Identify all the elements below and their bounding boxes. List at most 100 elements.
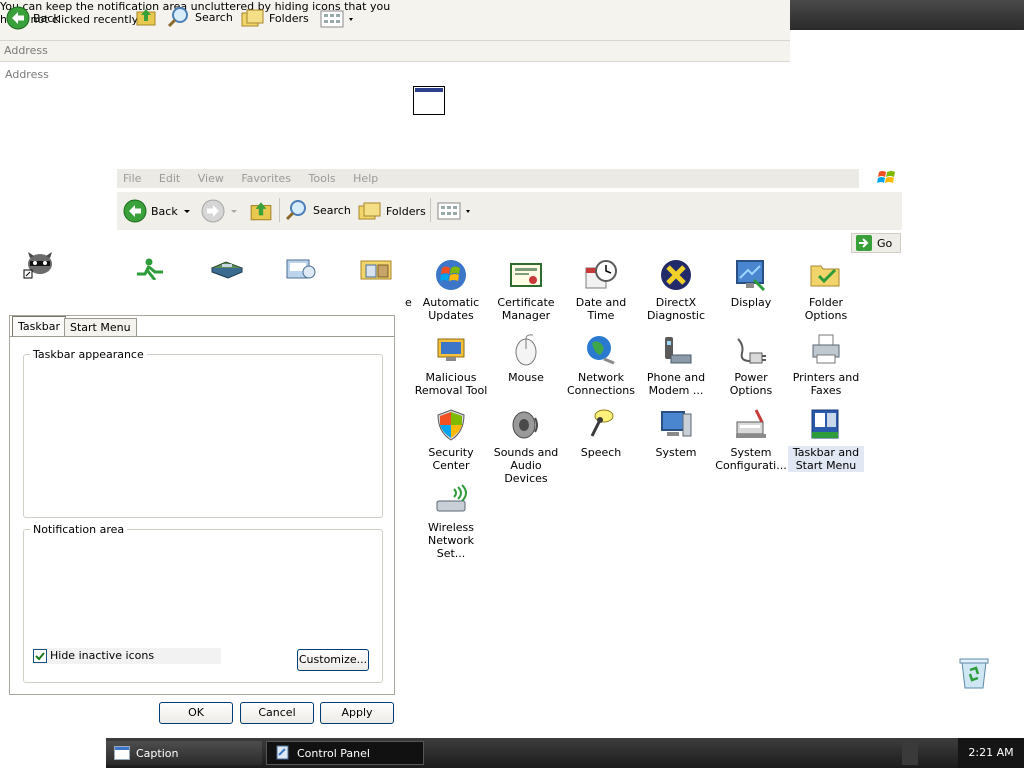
cp-item-printers-and-faxes[interactable]: Printers and Faxes (788, 333, 864, 397)
hide-inactive-checkbox[interactable] (33, 649, 47, 663)
toolbar-separator (279, 198, 280, 222)
cp-item-system-configuration[interactable]: System Configurati... (713, 408, 789, 472)
network-globe-icon (587, 336, 615, 365)
system-config-icon (736, 409, 766, 438)
cp-item-mouse[interactable]: Mouse (488, 333, 564, 384)
folders-button[interactable]: Folders (358, 201, 426, 221)
automatic-updates-icon (436, 260, 466, 290)
cp-item-label: System (655, 446, 697, 459)
cp-item-label: Display (730, 296, 772, 309)
ghost-folders-button[interactable]: Folders (241, 8, 309, 28)
cp-item-sounds-and-audio-devices[interactable]: Sounds and Audio Devices (488, 408, 564, 485)
notification-area-group: Notification area Hide inactive icons Cu… (23, 523, 383, 683)
notification-area-title: Notification area (30, 523, 128, 536)
forward-button[interactable] (201, 199, 239, 223)
ghost-views-button[interactable] (320, 10, 356, 31)
ghost-search-button[interactable]: Search (167, 6, 233, 28)
search-button[interactable]: Search (285, 199, 351, 221)
printer-icon (812, 334, 840, 364)
cp-item-taskbar-and-start-menu[interactable]: Taskbar and Start Menu (788, 408, 864, 472)
speaker-icon (512, 411, 538, 439)
taskbar-button-control-panel[interactable]: Control Panel (266, 741, 424, 765)
menu-edit[interactable]: Edit (159, 172, 180, 185)
menu-file[interactable]: File (123, 172, 141, 185)
folder-options-icon (810, 265, 840, 287)
menu-help[interactable]: Help (353, 172, 378, 185)
cp-item-power-options[interactable]: Power Options (713, 333, 789, 397)
recycle-bin-icon[interactable] (958, 656, 990, 693)
cp-item-directx-diagnostic[interactable]: DirectX Diagnostic (638, 258, 714, 322)
views-button[interactable] (437, 202, 473, 223)
system-computer-icon (661, 411, 692, 437)
cp-item-label: Phone and Modem ... (646, 371, 706, 397)
up-folder-button[interactable] (249, 199, 273, 226)
taskbar-button-caption[interactable]: Caption (106, 741, 262, 765)
ghost-back-button[interactable] (6, 6, 30, 33)
cp-item-label: Power Options (729, 371, 773, 397)
taskbar-grip[interactable] (902, 741, 918, 765)
cp-item-speech[interactable]: Speech (563, 408, 639, 459)
cp-item-security-center[interactable]: Security Center (413, 408, 489, 472)
go-button[interactable]: Go (851, 233, 901, 253)
cp-item-automatic-updates[interactable]: Automatic Updates (413, 258, 489, 322)
cp-item-malicious-removal-tool[interactable]: Malicious Removal Tool (413, 333, 489, 397)
power-plug-icon (737, 338, 766, 364)
microphone-icon (590, 409, 614, 437)
cp-item-label: Malicious Removal Tool (414, 371, 488, 397)
back-button[interactable]: Back (123, 199, 192, 223)
cp-item-phone-and-modem[interactable]: Phone and Modem ... (638, 333, 714, 397)
certificate-icon (510, 263, 542, 287)
menu-favorites[interactable]: Favorites (241, 172, 291, 185)
window-outline-icon (413, 86, 445, 118)
cp-item-label: Sounds and Audio Devices (493, 446, 559, 485)
apply-button[interactable]: Apply (320, 702, 394, 724)
go-arrow-icon (856, 235, 872, 251)
folders-label: Folders (386, 204, 426, 218)
taskbar-appearance-group: Taskbar appearance (23, 348, 383, 518)
ok-button[interactable]: OK (159, 702, 233, 724)
cancel-button[interactable]: Cancel (240, 702, 314, 724)
forward-arrow-icon (201, 199, 225, 223)
windows-logo-icon (877, 168, 897, 191)
cp-item-certificate-manager[interactable]: Certificate Manager (488, 258, 564, 322)
cp-item-label: Taskbar and Start Menu (788, 446, 864, 472)
raccoon-desktop-icon[interactable] (22, 250, 56, 283)
cp-item-display[interactable]: Display (713, 258, 789, 309)
wireless-icon (436, 484, 467, 512)
mouse-icon (515, 334, 537, 366)
search-label: Search (313, 203, 351, 217)
administrative-tools-icon[interactable] (360, 257, 394, 284)
back-arrow-icon (123, 199, 147, 223)
views-icon (437, 202, 470, 220)
chevron-down-icon (231, 210, 237, 213)
taskbar-properties-dialog: Taskbar Start Menu Taskbar appearance No… (9, 315, 395, 695)
tab-taskbar[interactable]: Taskbar (12, 316, 66, 337)
views-icon (320, 10, 353, 28)
menu-view[interactable]: View (198, 172, 224, 185)
cp-item-system[interactable]: System (638, 408, 714, 459)
customize-button[interactable]: Customize... (297, 649, 369, 671)
chevron-down-icon (183, 210, 190, 213)
ghost-address-label-2: Address (5, 68, 49, 81)
cp-item-wireless-network-setup[interactable]: Wireless Network Set... (413, 483, 489, 560)
tab-start-menu[interactable]: Start Menu (64, 318, 137, 337)
tab-divider (10, 336, 394, 337)
window-icon (114, 746, 130, 760)
ghost-up-folder-button[interactable] (135, 6, 157, 31)
task-control-panel-label: Control Panel (297, 746, 370, 760)
add-hardware-icon[interactable] (210, 258, 244, 283)
up-folder-icon (250, 202, 272, 221)
add-remove-programs-icon[interactable] (285, 256, 319, 283)
cp-item-folder-options[interactable]: Folder Options (788, 258, 864, 322)
cp-item-label: Printers and Faxes (792, 371, 860, 397)
cp-item-label: System Configurati... (715, 446, 787, 472)
cp-item-network-connections[interactable]: Network Connections (563, 333, 639, 397)
system-clock[interactable]: 2:21 AM (958, 738, 1024, 768)
ghost-search-label: Search (195, 10, 233, 24)
cp-item-date-and-time[interactable]: Date and Time (563, 258, 639, 322)
directx-icon (661, 260, 691, 290)
accessibility-icon[interactable] (135, 258, 167, 283)
clock-icon (585, 260, 617, 289)
task-caption-label: Caption (136, 746, 179, 760)
menu-tools[interactable]: Tools (309, 172, 336, 185)
